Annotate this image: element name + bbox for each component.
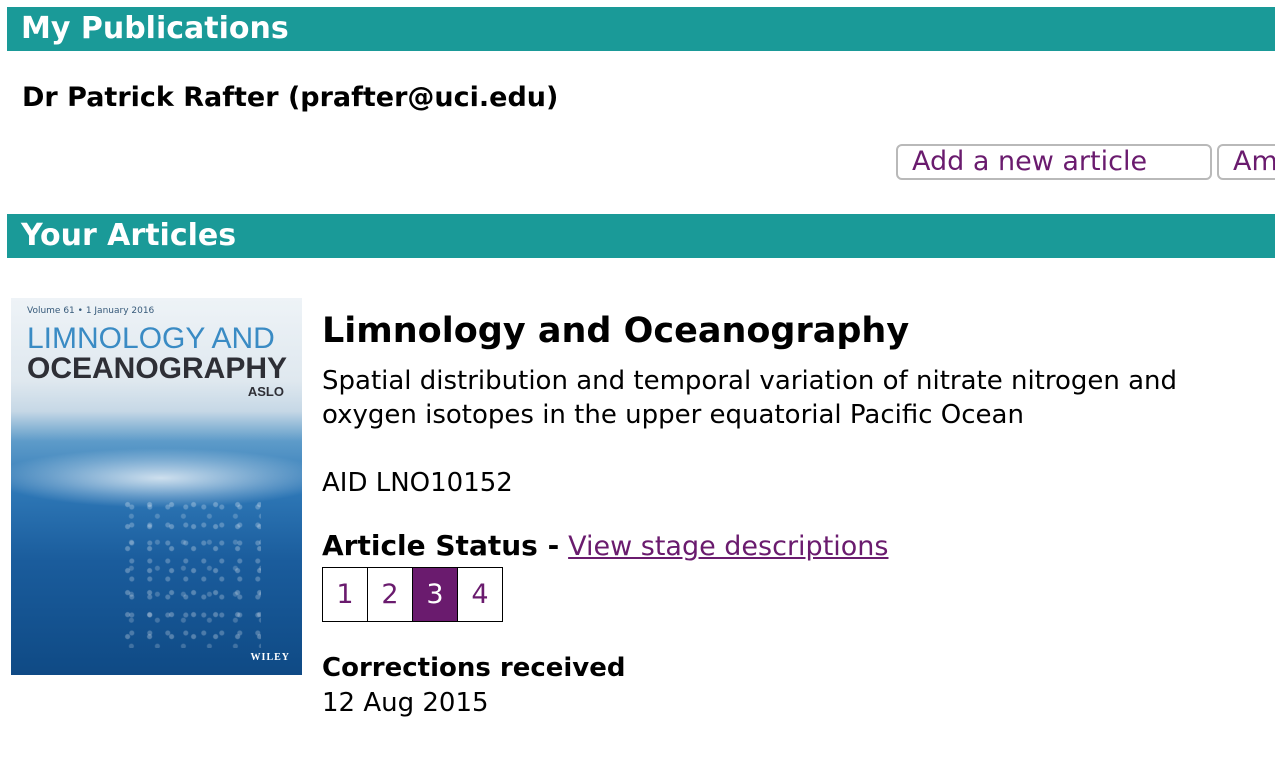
cover-title-line2: OCEANOGRAPHY (27, 352, 288, 385)
stage-indicator: 1234 (322, 567, 503, 622)
add-new-article-button[interactable]: Add a new article (896, 144, 1212, 180)
user-name-email: Dr Patrick Rafter (prafter@uci.edu) (22, 82, 559, 113)
article-aid: AID LNO10152 (322, 468, 513, 498)
article-status-label: Article Status - (322, 529, 560, 562)
cover-bubbles (121, 498, 261, 648)
section-title: My Publications (21, 11, 289, 46)
amend-button[interactable]: Am (1217, 144, 1275, 180)
section-title: Your Articles (21, 218, 237, 253)
cover-wiley-logo: WILEY (250, 652, 290, 663)
article-title: Spatial distribution and temporal variat… (322, 366, 1178, 430)
current-stage-name: Corrections received (322, 653, 626, 683)
section-header-your-articles: Your Articles (7, 214, 1275, 258)
cover-publisher-mark: ASLO (247, 384, 284, 399)
cover-issue-line: Volume 61 • 1 January 2016 (27, 306, 155, 316)
cover-title-line1: LIMNOLOGY AND (27, 322, 275, 355)
stage-box-3[interactable]: 3 (412, 567, 458, 622)
article-status-line: Article Status - View stage descriptions (322, 528, 888, 565)
stage-box-2[interactable]: 2 (367, 567, 413, 622)
journal-title: Limnology and Oceanography (322, 311, 910, 351)
current-stage-date: 12 Aug 2015 (322, 688, 489, 718)
stage-box-4[interactable]: 4 (457, 567, 503, 622)
stage-box-1[interactable]: 1 (322, 567, 368, 622)
journal-cover-image[interactable]: Volume 61 • 1 January 2016 LIMNOLOGY AND… (11, 298, 302, 675)
section-header-my-publications: My Publications (7, 7, 1275, 51)
view-stage-descriptions-link[interactable]: View stage descriptions (568, 531, 888, 562)
